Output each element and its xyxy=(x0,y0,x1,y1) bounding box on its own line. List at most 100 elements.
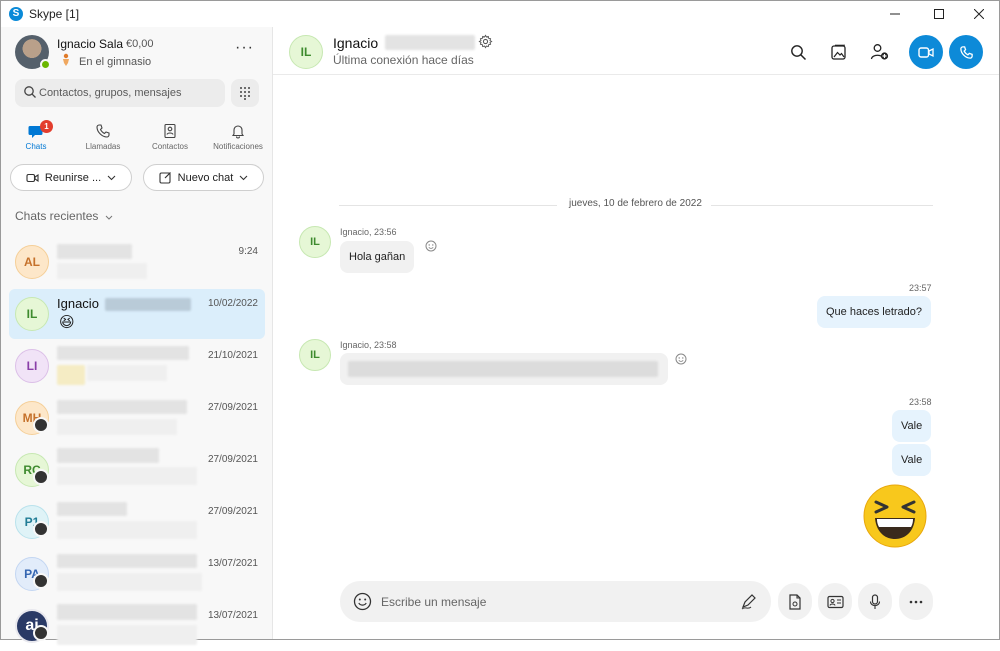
message-avatar[interactable]: IL xyxy=(299,339,331,371)
compose-icon xyxy=(159,172,171,184)
message-input[interactable] xyxy=(381,581,721,622)
skype-credit[interactable]: €0,00 xyxy=(126,38,154,50)
conversation-title[interactable]: Ignacio xyxy=(333,35,378,51)
conversation-pane: IL Ignacio Última conexión hace días jue… xyxy=(273,27,999,639)
contacts-icon xyxy=(164,123,176,139)
search-input[interactable] xyxy=(39,79,221,107)
chevron-down-icon xyxy=(107,175,116,180)
redacted-preview xyxy=(57,365,85,385)
chat-time: 27/09/2021 xyxy=(207,454,258,465)
voice-message-button[interactable] xyxy=(858,583,892,620)
chevron-down-icon xyxy=(105,215,113,220)
message-bubble-incoming[interactable]: Hola gañan xyxy=(340,241,415,273)
gallery-icon xyxy=(830,44,846,60)
message-meta: Ignacio, 23:56 xyxy=(340,227,397,237)
chat-list-item[interactable]: aj 13/07/2021 xyxy=(9,601,265,651)
search-box[interactable] xyxy=(15,79,225,107)
date-separator: jueves, 10 de febrero de 2022 xyxy=(273,198,999,212)
message-avatar[interactable]: IL xyxy=(299,226,331,258)
redacted-preview xyxy=(57,521,197,539)
video-call-button[interactable] xyxy=(909,35,943,69)
tab-contacts-label: Contactos xyxy=(151,142,189,151)
tab-chats[interactable]: 1 Chats xyxy=(6,119,66,159)
more-options-button[interactable]: ··· xyxy=(235,39,254,57)
gear-icon[interactable] xyxy=(478,34,493,49)
send-file-button[interactable] xyxy=(778,583,812,620)
redacted-message xyxy=(348,361,658,377)
draw-pen-icon[interactable] xyxy=(740,593,757,610)
dialpad-button[interactable] xyxy=(231,79,259,107)
phone-icon xyxy=(96,124,110,138)
unread-badge: 1 xyxy=(40,120,53,133)
tab-chats-label: Chats xyxy=(25,142,47,151)
header-divider xyxy=(273,74,999,75)
tab-contacts[interactable]: Contactos xyxy=(140,119,200,159)
profile-name[interactable]: Ignacio Sala xyxy=(57,37,123,51)
chat-list-item[interactable]: P1 27/09/2021 xyxy=(9,497,265,547)
chat-time: 21/10/2021 xyxy=(207,350,258,361)
mood-message[interactable]: En el gimnasio xyxy=(79,56,151,68)
tab-notifications[interactable]: Notificaciones xyxy=(208,119,268,159)
group-avatar-icon xyxy=(33,625,49,641)
minimize-icon xyxy=(890,13,900,15)
minimize-button[interactable] xyxy=(873,1,917,27)
contact-avatar: LI xyxy=(15,349,49,383)
close-button[interactable] xyxy=(957,1,1000,27)
date-separator-label: jueves, 10 de febrero de 2022 xyxy=(569,198,702,209)
emoji-picker-icon[interactable] xyxy=(353,592,372,611)
meet-now-label: Reunirse ... xyxy=(44,171,102,184)
message-composer[interactable] xyxy=(340,581,771,622)
recent-chats-header[interactable]: Chats recientes xyxy=(15,209,113,223)
redacted-name xyxy=(57,554,197,568)
chat-list-item[interactable]: RC 27/09/2021 xyxy=(9,445,265,495)
message-bubble-outgoing[interactable]: Vale xyxy=(892,444,932,476)
video-call-icon xyxy=(918,46,934,58)
redacted-preview xyxy=(57,467,197,485)
chat-preview-emoji: 😆 xyxy=(59,314,75,331)
chat-list-item[interactable]: MH 27/09/2021 xyxy=(9,393,265,443)
chat-time: 27/09/2021 xyxy=(207,402,258,413)
microphone-icon xyxy=(869,593,881,609)
audio-call-button[interactable] xyxy=(949,35,983,69)
redacted-name xyxy=(57,448,159,463)
tab-calls[interactable]: Llamadas xyxy=(73,119,133,159)
redacted-name xyxy=(57,604,197,620)
chat-list-item[interactable]: IL Ignacio 😆 10/02/2022 xyxy=(9,289,265,339)
tab-calls-label: Llamadas xyxy=(85,142,121,151)
contact-avatar: AL xyxy=(15,245,49,279)
reaction-smiley-icon[interactable] xyxy=(425,240,437,252)
group-avatar-icon xyxy=(33,469,49,485)
more-dots-icon xyxy=(909,600,923,603)
search-in-chat-button[interactable] xyxy=(785,39,811,65)
message-meta: 23:58 xyxy=(909,397,932,407)
message-bubble-outgoing[interactable]: Vale xyxy=(892,410,932,442)
maximize-button[interactable] xyxy=(917,1,961,27)
message-bubble-outgoing[interactable]: Que haces letrado? xyxy=(817,296,932,328)
search-icon xyxy=(24,86,36,98)
more-composer-options-button[interactable] xyxy=(899,583,933,620)
reaction-smiley-icon[interactable] xyxy=(675,353,687,365)
file-icon xyxy=(789,593,801,610)
send-contact-button[interactable] xyxy=(818,583,852,620)
skype-logo-icon: S xyxy=(9,7,23,21)
redacted-preview xyxy=(57,419,177,435)
phone-icon xyxy=(959,45,973,59)
chat-list-item[interactable]: LI 21/10/2021 xyxy=(9,341,265,391)
presence-online-icon xyxy=(40,59,51,70)
recent-chats-label: Chats recientes xyxy=(15,209,99,223)
chat-list-item[interactable]: PA 13/07/2021 xyxy=(9,549,265,599)
bell-icon xyxy=(231,125,245,139)
new-chat-button[interactable]: Nuevo chat xyxy=(143,164,264,191)
conversation-avatar[interactable]: IL xyxy=(289,35,323,69)
meet-now-button[interactable]: Reunirse ... xyxy=(10,164,132,191)
redacted-name xyxy=(105,298,191,311)
new-chat-label: Nuevo chat xyxy=(177,171,234,184)
chat-list-item[interactable]: AL 9:24 xyxy=(9,237,265,287)
add-person-icon xyxy=(870,44,888,60)
maximize-icon xyxy=(934,9,944,19)
redacted-preview xyxy=(57,573,202,591)
laughing-emoji-icon[interactable] xyxy=(862,483,928,549)
gallery-button[interactable] xyxy=(825,39,851,65)
message-bubble-incoming[interactable] xyxy=(340,353,668,385)
add-people-button[interactable] xyxy=(866,39,892,65)
